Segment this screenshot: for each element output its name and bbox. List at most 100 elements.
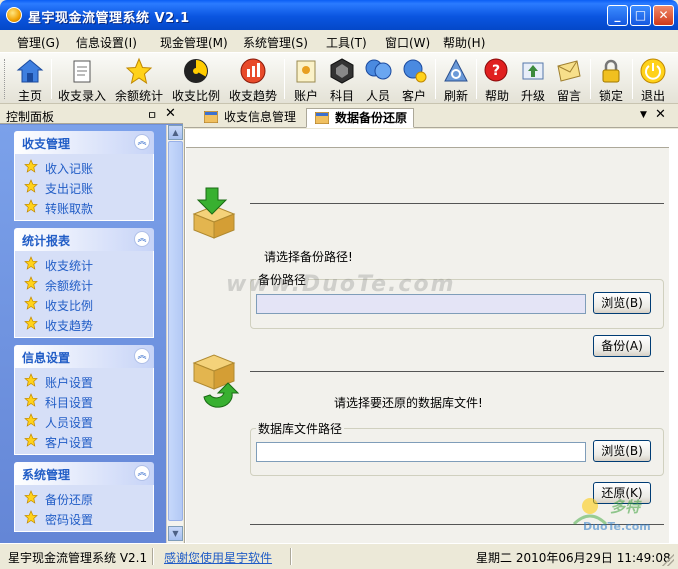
star-icon [24,373,38,387]
ratio-button[interactable]: 收支比例 [171,55,221,103]
backup-path-input[interactable] [256,294,586,314]
panel-item-people-settings[interactable]: 人员设置 [15,411,153,431]
entry-button[interactable]: 收支录入 [57,55,107,103]
restore-box-icon [192,354,240,408]
resize-grip[interactable] [662,554,674,566]
tab-dropdown-icon[interactable]: ▼ [640,110,647,120]
toolbar-label: 帮助 [484,89,509,103]
backup-restore-panel: 请选择备份路径! 备份路径 浏览(B) 备份(A) 请选择要还原的数据库文件! … [184,129,678,543]
collapse-icon[interactable]: ︽ [134,348,150,364]
help-icon: ? [484,58,508,82]
restore-path-input[interactable] [256,442,586,462]
panel-item-backup-restore[interactable]: 备份还原 [15,488,153,508]
panel-item-trend[interactable]: 收支趋势 [15,314,153,334]
toolbar-label: 留言 [556,89,581,103]
group-header[interactable]: 统计报表 ︽ [14,228,154,251]
status-thanks-link[interactable]: 感谢您使用星宇软件 [164,549,272,566]
panel-item-subject-settings[interactable]: 科目设置 [15,391,153,411]
subject-button[interactable]: 科目 [326,55,358,103]
toolbar-separator [590,59,591,99]
panel-item-label: 收支趋势 [45,319,94,333]
pin-icon[interactable]: ㅁ [147,107,157,123]
restore-browse-button[interactable]: 浏览(B) [593,440,651,462]
collapse-icon[interactable]: ︽ [134,134,150,150]
toolbar-label: 刷新 [443,89,468,103]
menu-tools[interactable]: 工具(T) [326,34,367,51]
window-icon [315,112,329,124]
title-bar[interactable]: 星宇现金流管理系统 V2.1 _ □ ✕ [0,0,678,30]
collapse-icon[interactable]: ︽ [134,231,150,247]
toolbar-label: 升级 [520,89,545,103]
scroll-up-icon[interactable]: ▲ [168,125,183,140]
toolbar-label: 科目 [329,89,354,103]
restore-path-legend: 数据库文件路径 [256,420,345,437]
content-area: 请选择备份路径! 备份路径 浏览(B) 备份(A) 请选择要还原的数据库文件! … [186,147,669,543]
customer-button[interactable]: 客户 [398,55,430,103]
star-icon [24,433,38,447]
exit-button[interactable]: 退出 [637,55,669,103]
toolbar: 主页 收支录入 余额统计 收支比例 收支趋势 账户 科目 人员 客户 刷新 ? … [0,52,678,104]
toolbar-label: 锁定 [598,89,623,103]
scroll-down-icon[interactable]: ▼ [168,526,183,541]
status-bar: 星宇现金流管理系统 V2.1 感谢您使用星宇软件 星期二 2010年06月29日… [0,543,678,569]
minimize-button[interactable]: _ [607,5,628,26]
panel-item-income-stats[interactable]: 收支统计 [15,254,153,274]
trend-button[interactable]: 收支趋势 [228,55,278,103]
refresh-icon [444,58,468,82]
panel-scrollbar[interactable]: ▲ ▼ [166,125,183,543]
collapse-icon[interactable]: ︽ [134,465,150,481]
backup-button[interactable]: 备份(A) [593,335,651,357]
panel-item-expense[interactable]: 支出记账 [15,177,153,197]
panel-item-account-settings[interactable]: 账户设置 [15,371,153,391]
scroll-thumb[interactable] [168,141,183,521]
home-button[interactable]: 主页 [12,55,48,103]
star-icon [24,276,38,290]
maximize-button[interactable]: □ [630,5,651,26]
toolbar-label: 客户 [401,89,426,103]
group-header[interactable]: 信息设置 ︽ [14,345,154,368]
panel-item-label: 备份还原 [45,493,94,507]
balance-stats-button[interactable]: 余额统计 [114,55,164,103]
control-panel: 控制面板 ㅁ ✕ 收支管理 ︽ 收入记账 支出记账 转账取款 统计报表 ︽ 收支… [0,105,183,543]
menu-help[interactable]: 帮助(H) [443,34,485,51]
tab-close-icon[interactable]: ✕ [655,107,666,122]
panel-item-ratio[interactable]: 收支比例 [15,294,153,314]
toolbar-label: 收支比例 [171,89,220,103]
menu-cash-management[interactable]: 现金管理(M) [160,34,228,51]
menu-window[interactable]: 窗口(W) [385,34,430,51]
panel-title: 控制面板 [6,110,55,124]
group-header[interactable]: 系统管理 ︽ [14,462,154,485]
people-button[interactable]: 人员 [362,55,394,103]
upgrade-button[interactable]: 升级 [517,55,549,103]
toolbar-label: 收支趋势 [228,89,277,103]
panel-item-income[interactable]: 收入记账 [15,157,153,177]
panel-item-password[interactable]: 密码设置 [15,508,153,528]
status-separator [152,548,154,565]
help-button[interactable]: ? 帮助 [481,55,513,103]
refresh-button[interactable]: 刷新 [440,55,472,103]
tab-income-management[interactable]: 收支信息管理 [196,108,302,128]
close-button[interactable]: ✕ [653,5,674,26]
document-tabs: 收支信息管理 数据备份还原 ▼ ✕ [184,105,678,128]
panel-item-label: 账户设置 [45,376,94,390]
panel-close-icon[interactable]: ✕ [165,106,176,121]
account-button[interactable]: 账户 [290,55,322,103]
menu-manage[interactable]: 管理(G) [17,34,60,51]
status-app-name: 星宇现金流管理系统 V2.1 [8,551,148,565]
backup-browse-button[interactable]: 浏览(B) [593,292,651,314]
backup-prompt: 请选择备份路径! [264,250,353,264]
menu-info-settings[interactable]: 信息设置(I) [76,34,137,51]
group-header[interactable]: 收支管理 ︽ [14,131,154,154]
toolbar-separator [632,59,633,99]
menu-system-management[interactable]: 系统管理(S) [243,34,308,51]
lock-button[interactable]: 锁定 [595,55,627,103]
panel-item-transfer[interactable]: 转账取款 [15,197,153,217]
panel-item-label: 人员设置 [45,416,94,430]
message-button[interactable]: 留言 [553,55,585,103]
panel-item-customer-settings[interactable]: 客户设置 [15,431,153,451]
toolbar-grip[interactable] [4,59,7,99]
panel-item-balance-stats[interactable]: 余额统计 [15,274,153,294]
panel-item-label: 支出记账 [45,182,94,196]
window-title: 星宇现金流管理系统 V2.1 [28,11,190,26]
tab-data-backup-restore[interactable]: 数据备份还原 [306,108,415,128]
